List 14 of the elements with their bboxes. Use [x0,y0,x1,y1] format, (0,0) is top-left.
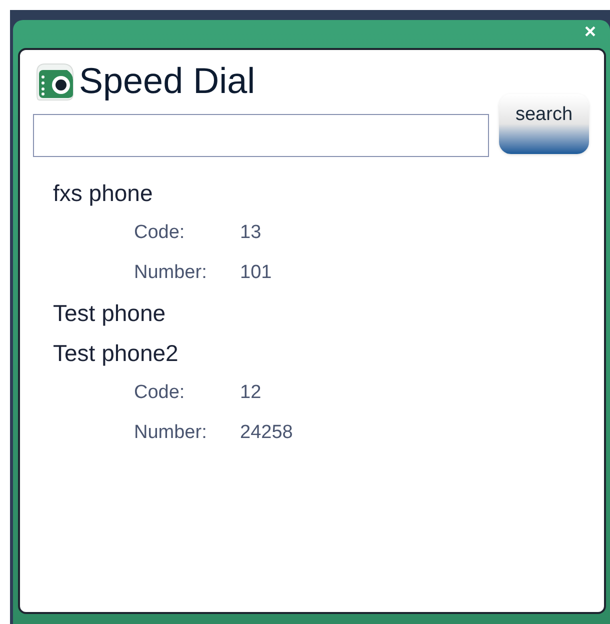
field-label: Number: [134,261,208,285]
field-value: 24258 [240,421,293,445]
contact-name[interactable]: Test phone2 [53,333,592,373]
search-field[interactable] [33,114,489,157]
field-value: 101 [240,261,272,285]
field-label: Number: [134,421,208,445]
field-label: Code: [134,221,186,245]
contact-name[interactable]: Test phone [53,293,592,333]
field-value: 12 [240,381,262,405]
search-button[interactable]: search [499,94,589,154]
field-label: Code: [134,381,186,405]
contact-name[interactable]: fxs phone [53,173,592,213]
field-value: 13 [240,221,262,245]
window-title: Speed Dial [79,60,256,102]
